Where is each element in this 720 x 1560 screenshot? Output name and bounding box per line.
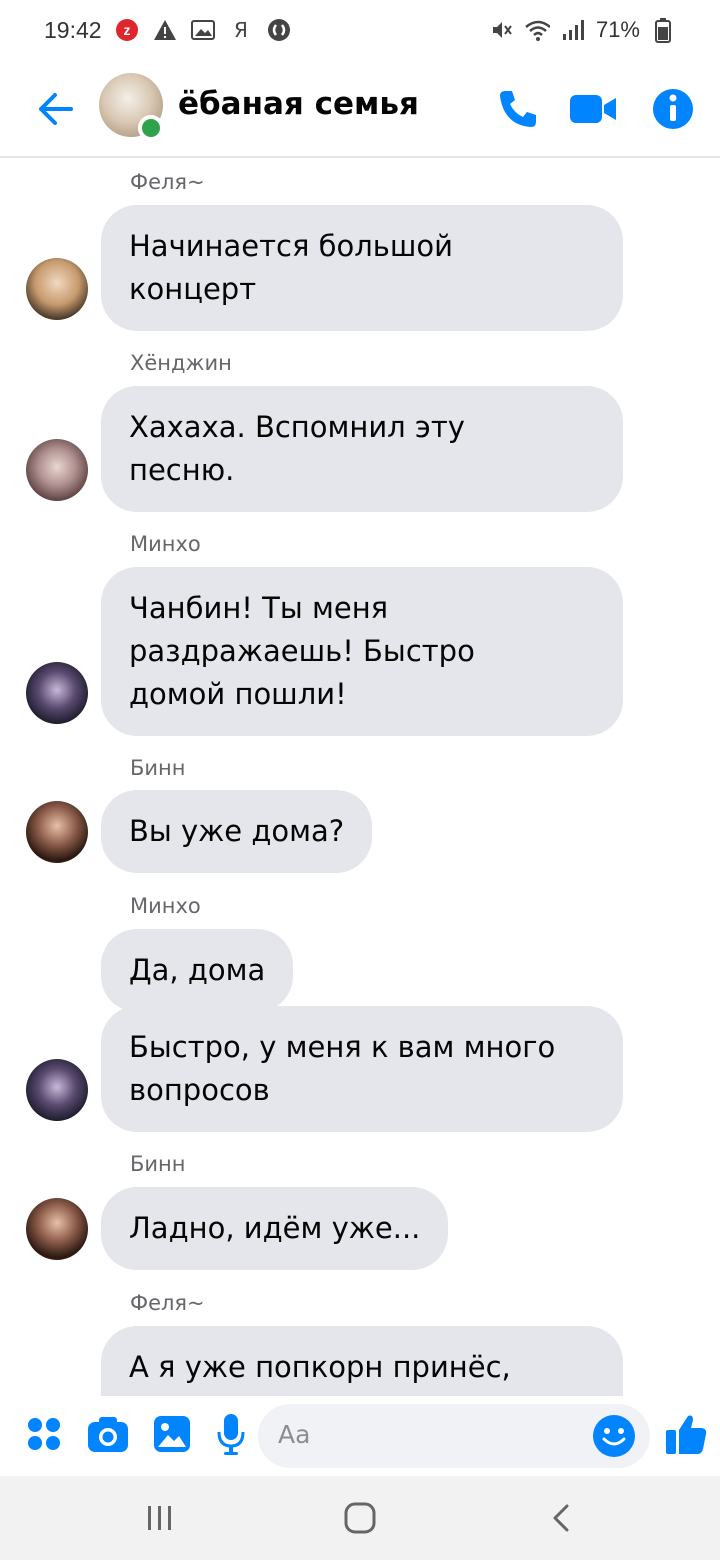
emoji-button[interactable] xyxy=(590,1412,638,1460)
message-input-placeholder: Aa xyxy=(278,1420,311,1449)
sender-name: Бинн xyxy=(130,1152,186,1176)
camera-button[interactable] xyxy=(84,1410,132,1458)
message-line: А я уже попкорн принёс, xyxy=(129,1350,511,1384)
back-icon xyxy=(553,1504,569,1532)
back-nav-button[interactable] xyxy=(540,1496,584,1540)
chat-header: ёбаная семья xyxy=(0,60,720,158)
svg-text:z: z xyxy=(123,22,130,38)
system-nav-bar xyxy=(0,1476,720,1560)
shazam-icon xyxy=(266,17,292,43)
avatar[interactable] xyxy=(26,258,88,320)
message-line: Хахаха. Вспомнил эту xyxy=(129,410,465,444)
message-line: домой пошли! xyxy=(129,677,347,711)
message-line: концерт xyxy=(129,272,257,306)
sender-name: Феля~ xyxy=(130,1291,205,1315)
image-icon xyxy=(154,1416,190,1452)
message-line: Быстро, у меня к вам много xyxy=(129,1030,556,1064)
message-line: Начинается большой xyxy=(129,229,454,263)
recent-apps-icon xyxy=(148,1506,171,1530)
message-line: Чанбин! Ты меня xyxy=(129,591,389,625)
message-bubble[interactable]: Вы уже дома? xyxy=(101,790,373,873)
sender-name: Минхо xyxy=(130,894,201,918)
message-bubble[interactable]: Да, дома xyxy=(101,929,294,1012)
emoji-icon xyxy=(593,1415,635,1457)
composer-bar: Aa xyxy=(0,1396,720,1476)
message-line: песню. xyxy=(129,453,235,487)
message-bubble[interactable]: Быстро, у меня к вам много вопросов xyxy=(101,1006,623,1132)
home-icon xyxy=(344,1502,376,1534)
avatar[interactable] xyxy=(26,1198,88,1260)
apps-button[interactable] xyxy=(20,1410,68,1458)
like-icon xyxy=(666,1415,707,1454)
avatar[interactable] xyxy=(26,662,88,724)
mute-icon xyxy=(488,17,514,43)
message-line: Ладно, идём уже... xyxy=(129,1211,421,1245)
image-button[interactable] xyxy=(148,1410,196,1458)
ya-icon: Я xyxy=(228,17,254,43)
online-indicator xyxy=(138,115,164,141)
gallery-icon xyxy=(190,17,216,43)
sender-name: Бинн xyxy=(130,756,186,780)
message-line: Вы уже дома? xyxy=(129,814,345,848)
camera-icon xyxy=(88,1417,128,1452)
message-line: вопросов xyxy=(129,1073,270,1107)
video-call-button[interactable] xyxy=(568,84,618,134)
status-time: 19:42 xyxy=(44,16,102,43)
sender-name: Феля~ xyxy=(130,170,205,194)
message-bubble[interactable]: Чанбин! Ты меня раздражаешь! Быстро домо… xyxy=(101,567,623,736)
video-call-icon xyxy=(570,95,616,123)
recent-apps-button[interactable] xyxy=(138,1496,182,1540)
info-button[interactable] xyxy=(648,84,698,134)
microphone-button[interactable] xyxy=(207,1410,255,1458)
battery-percent: 71% xyxy=(595,17,640,42)
avatar[interactable] xyxy=(26,1059,88,1121)
avatar[interactable] xyxy=(26,801,88,863)
message-line: Да, дома xyxy=(129,953,266,987)
info-icon xyxy=(653,89,693,129)
message-bubble[interactable]: Хахаха. Вспомнил эту песню. xyxy=(101,386,623,512)
phone-icon xyxy=(500,91,536,127)
signal-icon xyxy=(560,17,586,43)
microphone-icon xyxy=(217,1414,245,1455)
warning-icon xyxy=(152,17,178,43)
battery-icon xyxy=(650,17,676,43)
sender-name: Хёнджин xyxy=(130,351,232,375)
message-bubble[interactable]: Ладно, идём уже... xyxy=(101,1187,449,1270)
chat-title[interactable]: ёбаная семья xyxy=(178,86,419,122)
apps-icon xyxy=(28,1418,60,1450)
status-bar: 19:42 z Я 71% xyxy=(0,0,720,60)
message-line: раздражаешь! Быстро xyxy=(129,634,475,668)
wifi-icon xyxy=(524,17,550,43)
message-bubble[interactable]: А я уже попкорн принёс, xyxy=(101,1326,623,1396)
message-list[interactable]: Феля~ Начинается большой концерт Хёнджин… xyxy=(0,160,720,1396)
notification-badge-icon: z xyxy=(114,17,140,43)
back-button[interactable] xyxy=(30,84,80,134)
message-bubble[interactable]: Начинается большой концерт xyxy=(101,205,623,331)
back-arrow-icon xyxy=(39,93,73,125)
like-button[interactable] xyxy=(662,1410,710,1458)
sender-name: Минхо xyxy=(130,532,201,556)
call-button[interactable] xyxy=(493,84,543,134)
avatar[interactable] xyxy=(26,439,88,501)
message-input[interactable]: Aa xyxy=(258,1404,650,1468)
svg-text:Я: Я xyxy=(234,18,248,42)
home-button[interactable] xyxy=(338,1496,382,1540)
